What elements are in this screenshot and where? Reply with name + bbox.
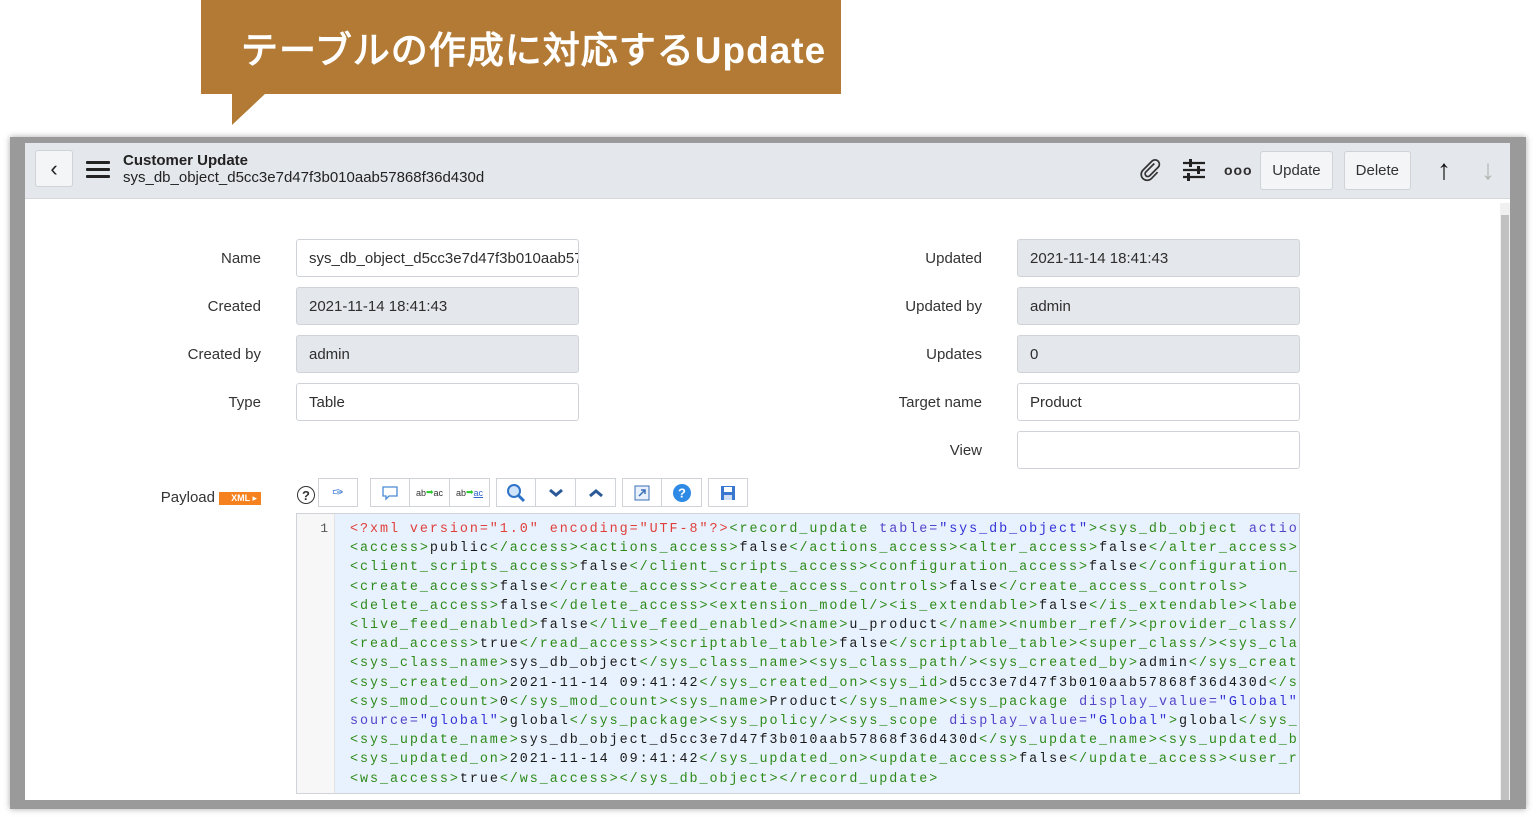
vertical-scrollbar[interactable] (1500, 203, 1510, 800)
target-name-field[interactable]: Product (1017, 383, 1300, 421)
replace-icon[interactable]: ab ➡ ac (410, 478, 450, 507)
settings-sliders-icon[interactable] (1172, 150, 1216, 190)
updated-by-field: admin (1017, 287, 1300, 325)
form-subtitle: sys_db_object_d5cc3e7d47f3b010aab57868f3… (123, 169, 485, 186)
code-line: <ws_access>true</ws_access></sys_db_obje… (350, 771, 940, 787)
previous-match-icon[interactable] (576, 478, 616, 507)
more-options-icon[interactable]: ooo (1216, 150, 1260, 190)
code-line: <?xml version="1.0" encoding="UTF-8"?><r… (350, 522, 1299, 537)
code-line: <sys_mod_count>0</sys_mod_count><sys_nam… (350, 694, 1299, 710)
payload-editor[interactable]: 1 <?xml version="1.0" encoding="UTF-8"?>… (296, 513, 1300, 794)
form-window: ‹ Customer Update sys_db_object_d5cc3e7d… (25, 143, 1510, 800)
menu-icon[interactable] (86, 161, 110, 179)
help-icon[interactable]: ? (297, 486, 315, 504)
type-label: Type (228, 394, 261, 411)
line-number: 1 (320, 521, 328, 536)
delete-button[interactable]: Delete (1343, 150, 1411, 190)
code-line: <access>public</access><actions_access>f… (350, 541, 1299, 557)
updated-label: Updated (925, 250, 982, 267)
view-field[interactable] (1017, 431, 1300, 469)
code-line: <sys_update_name>sys_db_object_d5cc3e7d4… (350, 733, 1300, 749)
code-line: <live_feed_enabled>false</live_feed_enab… (350, 618, 1299, 634)
editor-toolbar: ✑ ab ➡ ac ab ➡ ac ? (318, 478, 754, 507)
callout-tail (232, 93, 266, 125)
replace-all-icon[interactable]: ab ➡ ac (450, 478, 490, 507)
name-field[interactable]: sys_db_object_d5cc3e7d47f3b010aab57868f3… (296, 239, 579, 277)
search-icon[interactable] (496, 478, 536, 507)
svg-text:?: ? (678, 485, 686, 500)
type-field[interactable]: Table (296, 383, 579, 421)
updated-field: 2021-11-14 18:41:43 (1017, 239, 1300, 277)
created-label: Created (207, 298, 261, 315)
xml-badge: XML ▸ (219, 491, 261, 505)
code-line: <sys_class_name>sys_db_object</sys_class… (350, 656, 1299, 672)
code-line: <delete_access>false</delete_access><ext… (350, 598, 1299, 614)
callout-text: テーブルの作成に対応するUpdate (241, 30, 827, 71)
code-area[interactable]: <?xml version="1.0" encoding="UTF-8"?><r… (335, 514, 1299, 793)
view-label: View (949, 442, 982, 459)
code-line: <sys_updated_on>2021-11-14 09:41:42</sys… (350, 752, 1299, 768)
comment-icon[interactable] (370, 478, 410, 507)
line-number-gutter: 1 (297, 514, 335, 793)
next-match-icon[interactable] (536, 478, 576, 507)
form-header: ‹ Customer Update sys_db_object_d5cc3e7d… (25, 143, 1510, 199)
save-icon[interactable] (708, 478, 748, 507)
created-by-label: Created by (187, 346, 261, 363)
target-name-label: Target name (898, 394, 982, 411)
created-by-field: admin (296, 335, 579, 373)
back-button[interactable]: ‹ (35, 150, 73, 187)
next-record-arrow-icon[interactable]: ↓ (1466, 150, 1510, 190)
created-field: 2021-11-14 18:41:43 (296, 287, 579, 325)
format-icon[interactable]: ✑ (318, 478, 358, 507)
updated-by-label: Updated by (905, 298, 982, 315)
updates-label: Updates (926, 346, 982, 363)
update-button[interactable]: Update (1260, 150, 1333, 190)
previous-record-arrow-icon[interactable]: ↑ (1422, 150, 1466, 190)
code-line: <sys_created_on>2021-11-14 09:41:42</sys… (350, 675, 1299, 691)
callout-banner: テーブルの作成に対応するUpdate (201, 0, 841, 94)
payload-label-row: Payload XML ▸ (61, 489, 261, 506)
updates-field: 0 (1017, 335, 1300, 373)
code-line: <client_scripts_access>false</client_scr… (350, 560, 1299, 576)
code-line: <read_access>true</read_access><scriptab… (350, 637, 1299, 653)
attachment-icon[interactable] (1128, 150, 1172, 190)
code-line: <create_access>false</create_access><cre… (350, 579, 1249, 595)
form-title: Customer Update (123, 152, 249, 169)
syntax-help-icon[interactable]: ? (662, 478, 702, 507)
code-line: source="global">global</sys_package><sys… (350, 714, 1299, 730)
payload-label: Payload (160, 489, 215, 506)
fullscreen-icon[interactable] (622, 478, 662, 507)
chevron-left-icon: ‹ (50, 155, 58, 181)
name-label: Name (220, 250, 261, 267)
